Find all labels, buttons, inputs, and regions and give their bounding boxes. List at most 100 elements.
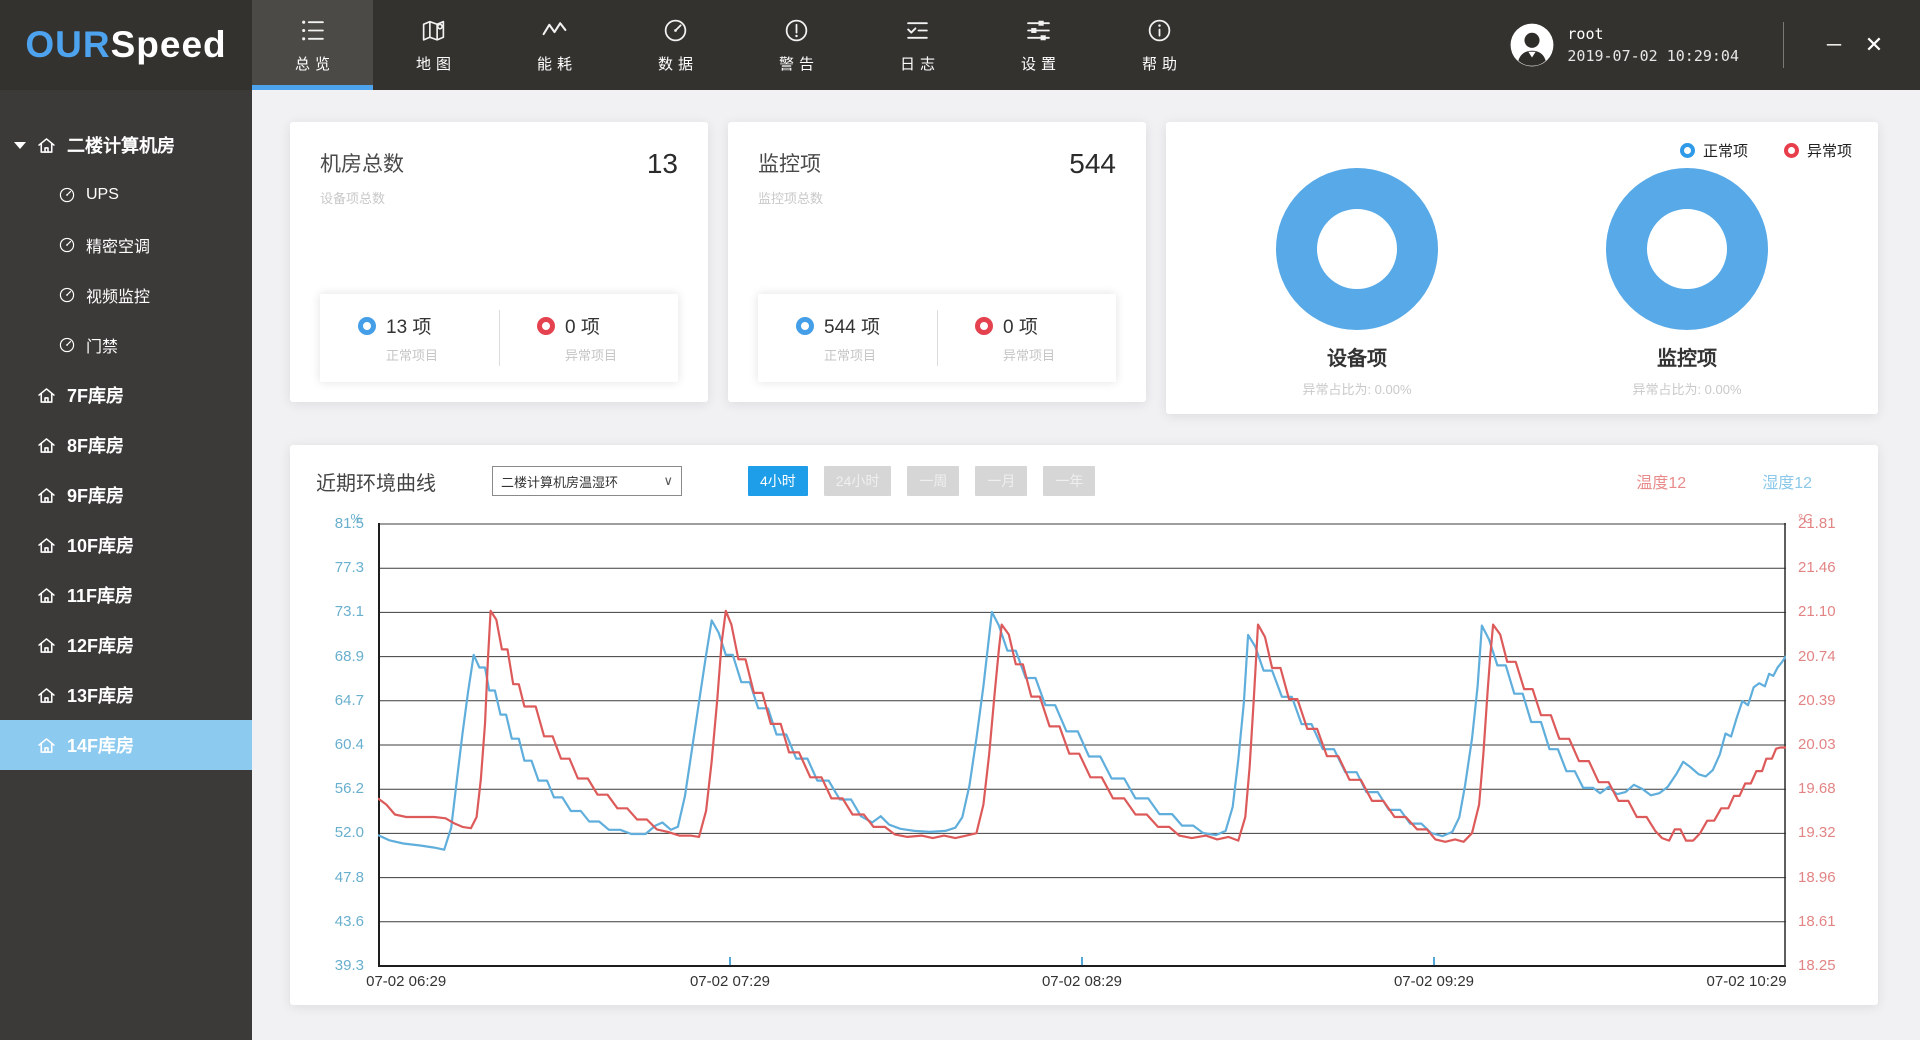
y-axis-tick-label: 77.3 — [316, 559, 372, 576]
y-axis-tick-label: 21.46 — [1790, 559, 1852, 576]
range-button-24h[interactable]: 24小时 — [824, 466, 892, 496]
plot-area — [378, 523, 1786, 967]
y-axis-tick-label: 20.03 — [1790, 736, 1852, 753]
sidebar-item-12f[interactable]: 12F库房 — [0, 620, 252, 670]
sidebar-item-8f[interactable]: 8F库房 — [0, 420, 252, 470]
温度-line — [378, 611, 1786, 842]
normal-caption: 正常项目 — [824, 345, 937, 364]
legend-label: 异常项 — [1807, 140, 1852, 161]
abnormal-ring-icon — [1784, 143, 1799, 158]
home-icon — [36, 635, 57, 656]
y-axis-tick-label: 47.8 — [316, 869, 372, 886]
sidebar-item-ups[interactable]: UPS — [0, 170, 252, 220]
sidebar-item-11f[interactable]: 11F库房 — [0, 570, 252, 620]
nav-tab-data[interactable]: 数据 — [615, 0, 736, 90]
sidebar-item-10f[interactable]: 10F库房 — [0, 520, 252, 570]
nav-tab-label: 总览 — [295, 53, 335, 74]
sidebar-item-label: 8F库房 — [67, 432, 124, 458]
abnormal-count: 0 项 — [1003, 312, 1038, 339]
donut-note: 异常占比为: 0.00% — [1601, 379, 1773, 398]
username: root — [1567, 23, 1739, 46]
humidity-series-tag[interactable]: 湿度12 — [1762, 469, 1812, 493]
strip-divider — [499, 310, 500, 366]
nav-tab-energy[interactable]: 能耗 — [494, 0, 615, 90]
y-axis-tick-label: 18.61 — [1790, 913, 1852, 930]
nav-tab-label: 日志 — [900, 53, 940, 74]
nav-tab-alerts[interactable]: 警告 — [736, 0, 857, 90]
home-icon — [36, 585, 57, 606]
home-icon — [36, 485, 57, 506]
monitor-total-card: 监控项 544 监控项总数 544 项 正常项目 0 项 异常项目 — [728, 122, 1146, 402]
status-strip: 13 项 正常项目 0 项 异常项目 — [320, 294, 678, 382]
y-axis-tick-label: 19.32 — [1790, 824, 1852, 841]
monitor-donut-block: 监控项 异常占比为: 0.00% — [1601, 163, 1773, 398]
x-axis-tick-label: 07-02 07:29 — [690, 973, 770, 990]
range-button-year[interactable]: 一年 — [1043, 466, 1095, 496]
room-selector-dropdown[interactable]: 二楼计算机房温湿环 ∨ — [492, 466, 682, 496]
home-icon — [36, 535, 57, 556]
range-button-month[interactable]: 一月 — [975, 466, 1027, 496]
y-axis-tick-label: 81.5 — [316, 515, 372, 532]
sidebar-item-precision-ac[interactable]: 精密空调 — [0, 220, 252, 270]
nav-tab-label: 帮助 — [1142, 53, 1182, 74]
monitor-donut-chart — [1601, 163, 1773, 335]
card-subtitle: 设备项总数 — [320, 188, 678, 207]
card-total-value: 13 — [647, 148, 678, 180]
home-icon — [36, 385, 57, 406]
sidebar-item-video-monitor[interactable]: 视频监控 — [0, 270, 252, 320]
sidebar-item-9f[interactable]: 9F库房 — [0, 470, 252, 520]
map-icon — [420, 17, 447, 44]
sidebar-item-13f[interactable]: 13F库房 — [0, 670, 252, 720]
minimize-button[interactable]: ─ — [1814, 34, 1854, 57]
home-icon — [36, 685, 57, 706]
sidebar-item-access-control[interactable]: 门禁 — [0, 320, 252, 370]
time-range-buttons: 4小时 24小时 一周 一月 一年 — [748, 466, 1095, 496]
nav-tab-label: 警告 — [779, 53, 819, 74]
brand-text-blue: OUR — [25, 24, 110, 66]
environment-chart-card: 近期环境曲线 二楼计算机房温湿环 ∨ 4小时 24小时 一周 一月 一年 温度1… — [290, 445, 1878, 1005]
nav-tab-settings[interactable]: 设置 — [978, 0, 1099, 90]
sidebar-item-label: 视频监控 — [86, 283, 150, 307]
temperature-series-tag[interactable]: 温度12 — [1636, 469, 1686, 493]
sidebar-item-label: UPS — [86, 186, 119, 204]
y-axis-right-labels: °C 21.8121.4621.1020.7420.3920.0319.6819… — [1790, 523, 1852, 967]
nav-tab-logs[interactable]: 日志 — [857, 0, 978, 90]
avatar[interactable] — [1509, 22, 1555, 68]
log-icon — [904, 17, 931, 44]
close-button[interactable]: ✕ — [1854, 32, 1894, 58]
sidebar-item-label: 门禁 — [86, 333, 118, 357]
sidebar-item-room-2f[interactable]: 二楼计算机房 — [0, 120, 252, 170]
range-button-week[interactable]: 一周 — [907, 466, 959, 496]
y-axis-tick-label: 21.10 — [1790, 603, 1852, 620]
nav-tab-help[interactable]: 帮助 — [1099, 0, 1220, 90]
legend-label: 正常项 — [1703, 140, 1748, 161]
device-donut-chart — [1271, 163, 1443, 335]
nav-tab-map[interactable]: 地图 — [373, 0, 494, 90]
sidebar-item-label: 二楼计算机房 — [67, 132, 175, 158]
abnormal-caption: 异常项目 — [1003, 345, 1116, 364]
sidebar-item-7f[interactable]: 7F库房 — [0, 370, 252, 420]
settings-sliders-icon — [1025, 17, 1052, 44]
caret-down-icon — [14, 142, 26, 149]
nav-tab-label: 设置 — [1021, 53, 1061, 74]
y-axis-tick-label: 52.0 — [316, 824, 372, 841]
sidebar-item-14f[interactable]: 14F库房 — [0, 720, 252, 770]
donut-label: 设备项 — [1271, 342, 1443, 371]
card-title: 机房总数 — [320, 148, 404, 178]
help-info-icon — [1146, 17, 1173, 44]
nav-tab-label: 能耗 — [537, 53, 577, 74]
home-icon — [36, 735, 57, 756]
line-chart: % 81.577.373.168.964.760.456.252.047.843… — [316, 511, 1852, 997]
x-axis-tick-label: 07-02 08:29 — [1042, 973, 1122, 990]
card-subtitle: 监控项总数 — [758, 188, 1116, 207]
topbar-divider — [1783, 22, 1784, 68]
湿度-line — [378, 612, 1786, 850]
range-button-4h[interactable]: 4小时 — [748, 466, 808, 496]
y-axis-tick-label: 60.4 — [316, 736, 372, 753]
legend-abnormal: 异常项 — [1784, 140, 1852, 161]
app-logo: OURSpeed — [0, 0, 252, 90]
sidebar-item-label: 7F库房 — [67, 382, 124, 408]
y-axis-tick-label: 39.3 — [316, 957, 372, 974]
nav-tab-overview[interactable]: 总览 — [252, 0, 373, 90]
topbar-right: root 2019-07-02 10:29:04 ─ ✕ — [1509, 0, 1920, 90]
